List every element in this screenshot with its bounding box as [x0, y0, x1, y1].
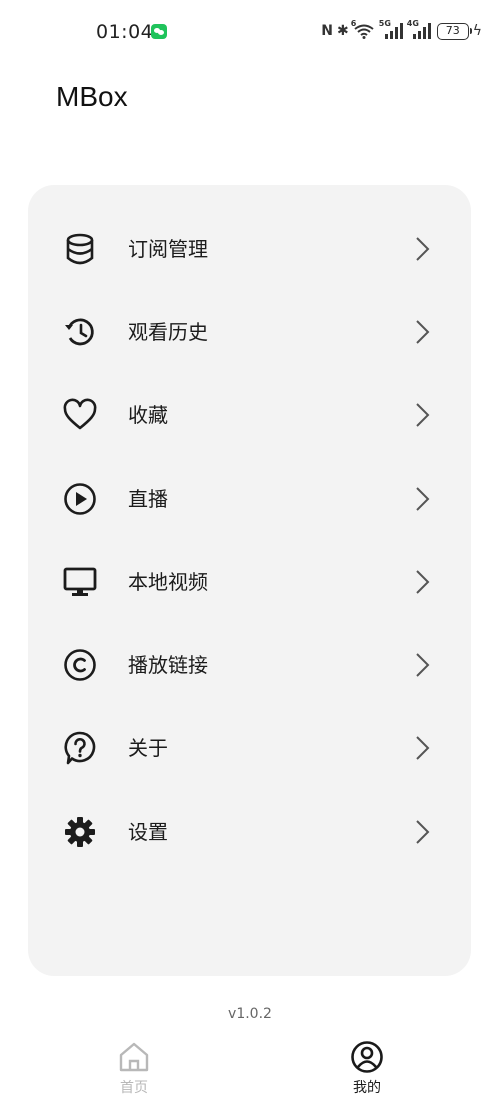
wifi-icon: 6 [351, 19, 375, 39]
copyright-link-icon [62, 647, 98, 683]
menu-item-settings[interactable]: 设置 [28, 792, 471, 872]
help-bubble-icon [62, 730, 98, 766]
monitor-icon [62, 564, 98, 600]
chevron-right-icon [408, 318, 436, 346]
tab-mine[interactable]: 我的 [317, 1038, 417, 1098]
chevron-right-icon [408, 734, 436, 762]
signal-4g-icon: 4G [406, 19, 431, 40]
tab-home-label: 首页 [120, 1080, 148, 1096]
status-bar: 01:04 N ✱ 6 5G 4G 73 ϟ [0, 0, 500, 62]
sim2-tag: 4G [406, 19, 419, 28]
gear-icon [62, 814, 98, 850]
chevron-right-icon [408, 651, 436, 679]
menu-item-label: 收藏 [128, 403, 168, 427]
menu-item-local-videos[interactable]: 本地视频 [28, 542, 471, 622]
menu-card: 订阅管理 观看历史 收藏 直播 本地视频 播放链接 关于 设置 [28, 185, 471, 976]
menu-item-label: 播放链接 [128, 653, 208, 677]
battery-icon: 73 [436, 22, 472, 40]
history-icon [62, 314, 98, 350]
page-title: MBox [56, 81, 128, 112]
database-icon [62, 231, 98, 267]
menu-item-label: 设置 [128, 820, 168, 844]
user-circle-icon [350, 1040, 384, 1074]
menu-item-play-link[interactable]: 播放链接 [28, 625, 471, 705]
tab-home[interactable]: 首页 [84, 1038, 184, 1098]
menu-item-label: 关于 [128, 736, 168, 760]
heart-icon [62, 397, 98, 433]
menu-item-live[interactable]: 直播 [28, 459, 471, 539]
chevron-right-icon [408, 235, 436, 263]
home-icon [117, 1040, 151, 1074]
wechat-notification-icon [151, 24, 167, 39]
menu-item-label: 直播 [128, 487, 168, 511]
status-icons: N ✱ 6 5G 4G 73 ϟ [321, 19, 482, 42]
play-circle-icon [62, 481, 98, 517]
bottom-nav: 首页 我的 [0, 1030, 500, 1100]
nfc-icon: N [321, 23, 334, 39]
bluetooth-icon: ✱ [337, 23, 349, 39]
signal-5g-icon: 5G [378, 19, 403, 40]
menu-item-label: 观看历史 [128, 320, 208, 344]
status-time: 01:04 [96, 21, 154, 43]
menu-item-label: 订阅管理 [128, 237, 208, 261]
charging-icon: ϟ [472, 23, 482, 39]
menu-item-label: 本地视频 [128, 570, 208, 594]
menu-item-watch-history[interactable]: 观看历史 [28, 292, 471, 372]
menu-item-subscriptions[interactable]: 订阅管理 [28, 209, 471, 289]
chevron-right-icon [408, 401, 436, 429]
version-label: v1.0.2 [228, 1006, 272, 1022]
menu-item-about[interactable]: 关于 [28, 708, 471, 788]
sim1-tag: 5G [378, 19, 391, 28]
chevron-right-icon [408, 818, 436, 846]
tab-mine-label: 我的 [353, 1080, 381, 1096]
chevron-right-icon [408, 485, 436, 513]
wifi-tag: 6 [350, 19, 357, 28]
menu-item-favorites[interactable]: 收藏 [28, 375, 471, 455]
chevron-right-icon [408, 568, 436, 596]
